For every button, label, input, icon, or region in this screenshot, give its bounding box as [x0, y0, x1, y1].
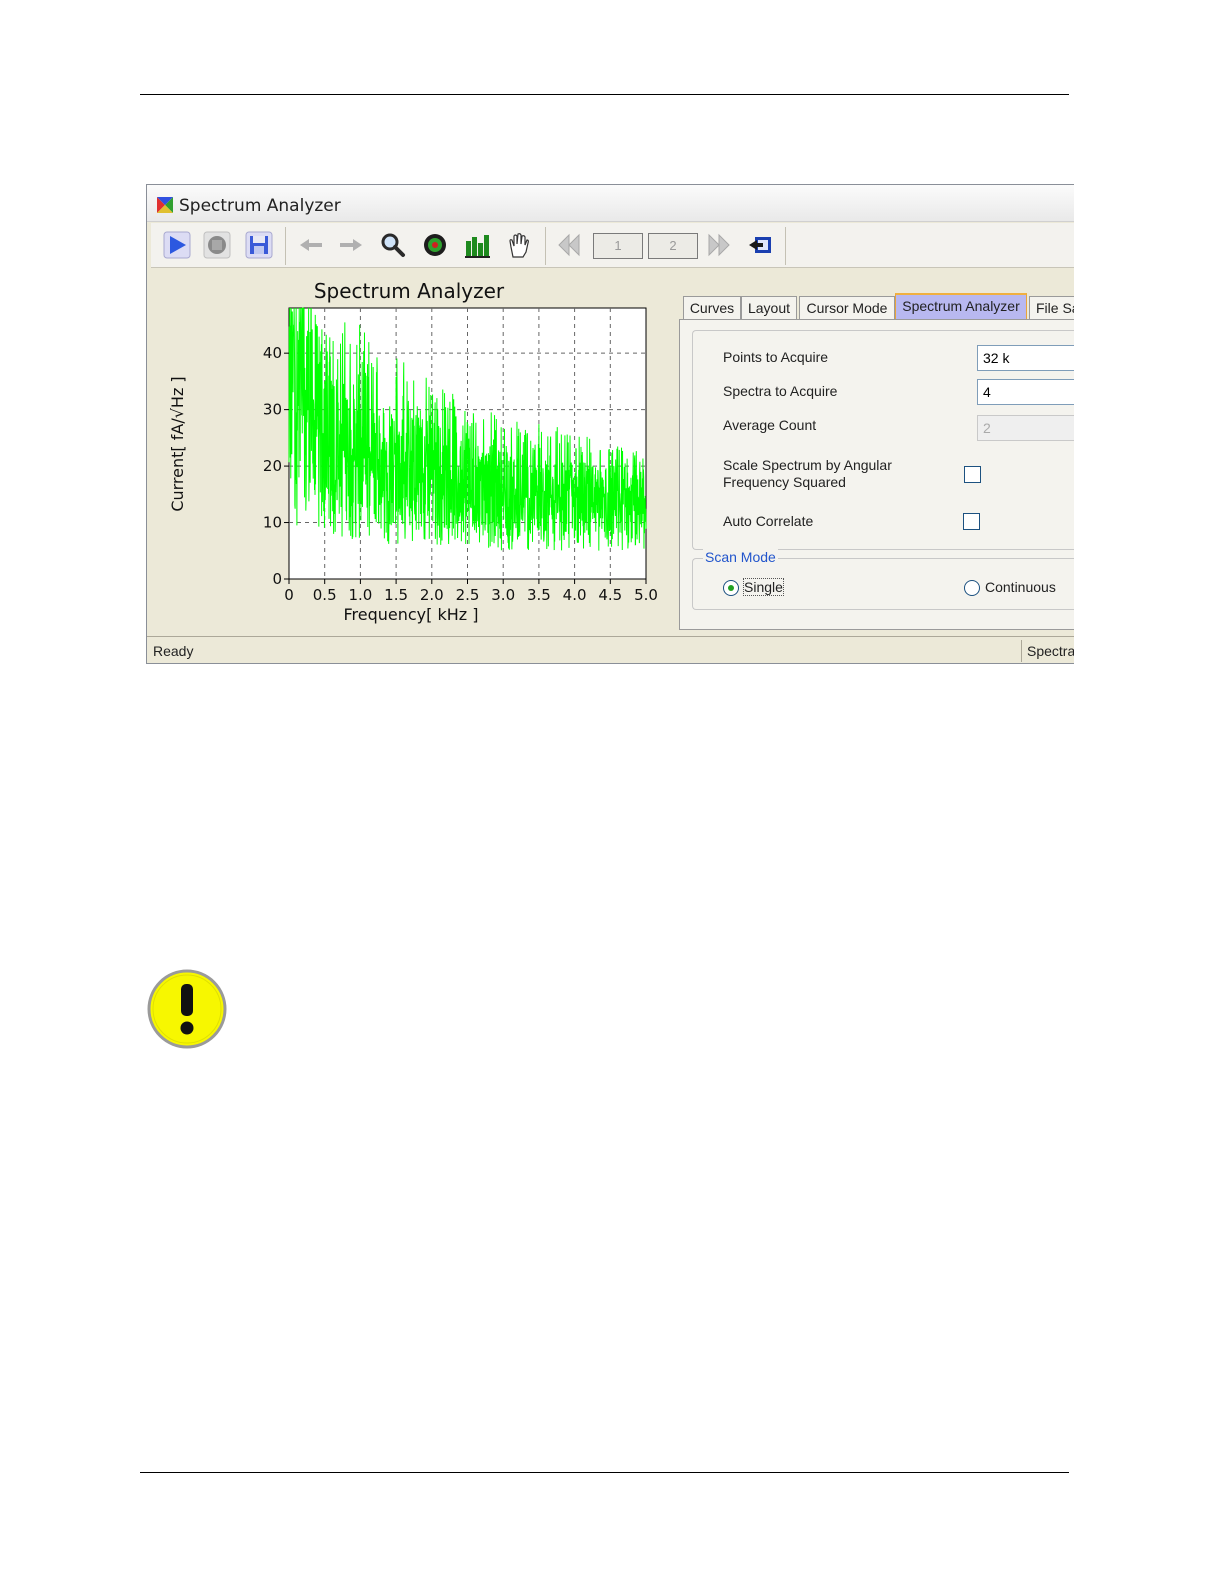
forward-arrow-icon[interactable]: [337, 231, 365, 259]
y-tick-label: 0: [272, 570, 282, 588]
y-tick-label: 10: [263, 514, 282, 532]
status-spectra: Spectra: [1027, 643, 1074, 659]
y-tick-label: 20: [263, 457, 282, 475]
chart-title: Spectrum Analyzer: [314, 279, 505, 303]
auto-correlate-checkbox[interactable]: [963, 513, 980, 530]
radio-selected-dot: [728, 585, 734, 591]
page-two-box[interactable]: 2: [648, 233, 698, 259]
status-separator: [1021, 640, 1022, 662]
single-radio-label[interactable]: Single: [743, 578, 784, 596]
back-arrow-icon[interactable]: [297, 231, 325, 259]
continuous-radio-label[interactable]: Continuous: [985, 579, 1056, 595]
bar-chart-icon[interactable]: [463, 231, 491, 259]
tab-body: Points to Acquire 32 k Spectra to Acquir…: [679, 319, 1074, 630]
toolbar: 1 2: [151, 223, 1074, 268]
scale-spectrum-label-line2: Frequency Squared: [723, 474, 846, 490]
toolbar-separator: [285, 227, 286, 265]
average-count-field: 2: [977, 415, 1074, 441]
x-tick-label: 0: [284, 586, 294, 604]
x-tick-label: 2.0: [420, 586, 444, 604]
title-bar[interactable]: Spectrum Analyzer: [147, 185, 1074, 222]
scan-mode-legend: Scan Mode: [703, 549, 778, 565]
spectra-to-acquire-label: Spectra to Acquire: [723, 383, 838, 399]
y-axis-label: Current[ fA/√Hz ]: [168, 376, 187, 511]
x-tick-label: 1.0: [348, 586, 372, 604]
x-tick-label: 1.5: [384, 586, 408, 604]
tab-spectrum-analyzer[interactable]: Spectrum Analyzer: [895, 293, 1027, 320]
tab-layout[interactable]: Layout: [741, 296, 797, 319]
x-tick-label: 3.0: [491, 586, 515, 604]
export-icon[interactable]: [747, 231, 775, 259]
save-icon[interactable]: [245, 231, 273, 259]
x-tick-label: 4.0: [563, 586, 587, 604]
page-one-box[interactable]: 1: [593, 233, 643, 259]
window-title: Spectrum Analyzer: [179, 196, 341, 216]
toolbar-separator: [785, 227, 786, 265]
acquisition-group: Points to Acquire 32 k Spectra to Acquir…: [692, 330, 1074, 550]
spectrum-analyzer-window: Spectrum Analyzer 1 2 Spectrum Analyzer …: [146, 184, 1074, 664]
app-icon: [157, 197, 173, 213]
x-tick-label: 4.5: [598, 586, 622, 604]
tab-file-save[interactable]: File Sa: [1029, 296, 1074, 319]
stop-icon[interactable]: [203, 231, 231, 259]
x-tick-label: 2.5: [456, 586, 480, 604]
tab-cursor-mode[interactable]: Cursor Mode: [799, 296, 895, 319]
x-axis-label: Frequency[ kHz ]: [343, 605, 478, 624]
points-to-acquire-field[interactable]: 32 k: [977, 345, 1074, 371]
auto-correlate-label: Auto Correlate: [723, 513, 814, 529]
continuous-radio[interactable]: [964, 580, 980, 596]
scan-mode-group: Scan Mode Single Continuous: [692, 549, 1074, 610]
spectra-to-acquire-field[interactable]: 4: [977, 379, 1074, 405]
play-icon[interactable]: [163, 231, 191, 259]
y-ticks: 0 10 20 30 40: [263, 344, 289, 588]
x-tick-label: 0.5: [313, 586, 337, 604]
settings-panel: Curves Layout Cursor Mode Spectrum Analy…: [679, 276, 1074, 630]
content-area: Spectrum Analyzer 0 0.5 1.0 1.5 2.0 2.5 3.0 3.5…: [151, 268, 1074, 636]
points-to-acquire-label: Points to Acquire: [723, 349, 829, 365]
x-tick-label: 3.5: [527, 586, 551, 604]
scale-spectrum-label-line1: Scale Spectrum by Angular: [723, 457, 892, 473]
page-top-rule: [140, 94, 1069, 95]
status-text: Ready: [153, 643, 194, 659]
toolbar-separator: [545, 227, 546, 265]
page-bottom-rule: [140, 1472, 1069, 1473]
y-tick-label: 30: [263, 401, 282, 419]
warning-exclamation-icon: [147, 969, 227, 1049]
forward-last-icon[interactable]: [705, 231, 733, 259]
pan-hand-icon[interactable]: [505, 231, 533, 259]
y-tick-label: 40: [263, 344, 282, 362]
status-bar: Ready Spectra: [147, 636, 1074, 663]
tab-curves[interactable]: Curves: [683, 296, 741, 319]
x-ticks: 0 0.5 1.0 1.5 2.0 2.5 3.0 3.5 4.0 4.5 5.0: [284, 579, 658, 604]
rewind-first-icon[interactable]: [555, 231, 583, 259]
single-radio[interactable]: [723, 580, 739, 596]
average-count-label: Average Count: [723, 417, 817, 433]
spectrum-chart: Spectrum Analyzer 0 0.5 1.0 1.5 2.0 2.5 3.0 3.5…: [168, 279, 658, 624]
scale-spectrum-checkbox[interactable]: [964, 466, 981, 483]
zoom-magnifier-icon[interactable]: [379, 231, 407, 259]
x-tick-label: 5.0: [634, 586, 658, 604]
target-icon[interactable]: [421, 231, 449, 259]
